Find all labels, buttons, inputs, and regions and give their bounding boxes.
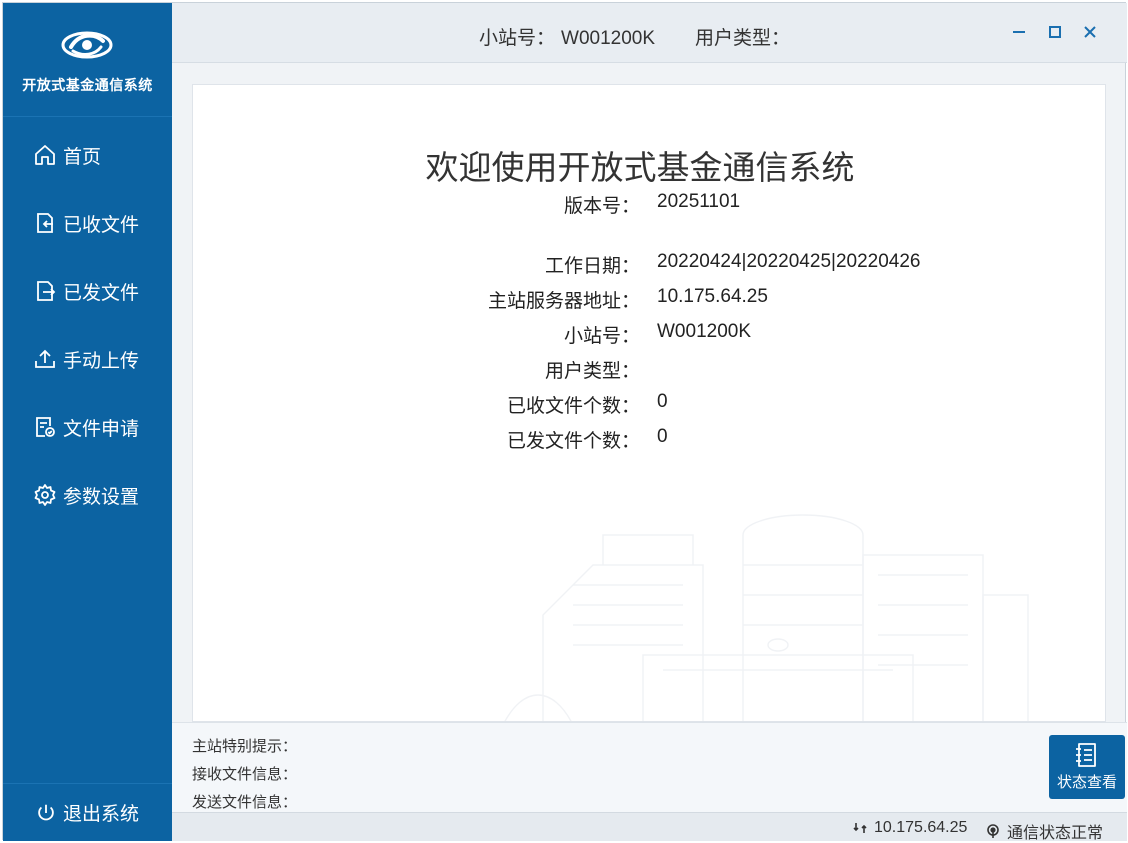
info-value: W001200K	[657, 321, 752, 342]
file-sent-icon	[37, 281, 56, 301]
info-row-version: 版本号： 20251101	[193, 191, 1105, 221]
notice-label: 主站特别提示：	[192, 738, 298, 755]
building-watermark-image	[504, 514, 1029, 721]
status-bar: 10.175.64.25 通信状态正常	[172, 812, 1127, 843]
sidebar-item-label: 文件申请	[63, 418, 140, 440]
user-type-label: 用户类型：	[695, 28, 791, 49]
file-received-icon	[37, 213, 53, 233]
sidebar-item-label: 手动上传	[63, 350, 140, 372]
info-value: 0	[657, 426, 668, 447]
sidebar-item-label: 首页	[63, 146, 102, 168]
swirl-logo-icon	[61, 31, 113, 59]
sidebar-item-settings[interactable]: 参数设置	[3, 467, 172, 523]
info-row-server-address: 主站服务器地址： 10.175.64.25	[193, 286, 1105, 316]
info-value: 20251101	[657, 191, 741, 212]
sidebar-item-received-files[interactable]: 已收文件	[3, 195, 172, 251]
info-label: 已收文件个数：	[506, 396, 640, 417]
info-row-work-date: 工作日期： 20220424|20220425|20220426	[193, 251, 1105, 281]
station-label: 小站号：	[479, 28, 556, 49]
status-view-button[interactable]: 状态查看	[1049, 735, 1125, 799]
sidebar-item-label: 参数设置	[63, 486, 140, 508]
send-info-label: 发送文件信息：	[192, 794, 298, 811]
info-row-station-id: 小站号： W001200K	[193, 321, 1105, 351]
info-label: 小站号：	[563, 326, 640, 347]
home-icon	[35, 145, 55, 165]
logout-label: 退出系统	[63, 804, 140, 825]
welcome-panel: 欢迎使用开放式基金通信系统 版本号： 20251101 工作日期： 202204…	[192, 84, 1106, 722]
info-label: 用户类型：	[544, 361, 640, 382]
sidebar-item-sent-files[interactable]: 已发文件	[3, 263, 172, 319]
welcome-title: 欢迎使用开放式基金通信系统	[425, 149, 855, 186]
sidebar-item-file-request[interactable]: 文件申请	[3, 399, 172, 455]
comm-status: 通信状态正常	[985, 819, 1103, 843]
top-bar: 小站号： W001200K 用户类型：	[172, 3, 1127, 63]
comm-status-text: 通信状态正常	[1007, 825, 1104, 842]
status-view-label: 状态查看	[1056, 774, 1117, 791]
file-request-icon	[36, 417, 55, 437]
info-label: 版本号：	[563, 196, 640, 217]
info-value: 0	[657, 391, 668, 412]
info-label: 工作日期：	[544, 256, 640, 277]
server-ip-status: 10.175.64.25	[852, 819, 967, 837]
upload-icon	[35, 349, 55, 368]
server-ip: 10.175.64.25	[874, 819, 968, 836]
info-label: 已发文件个数：	[506, 431, 640, 452]
info-label: 主站服务器地址：	[487, 291, 640, 312]
link-icon	[853, 823, 867, 833]
info-row-user-type: 用户类型：	[193, 356, 1105, 386]
minimize-icon[interactable]	[1008, 21, 1030, 43]
sidebar-item-label: 已发文件	[63, 282, 140, 304]
info-row-sent-count: 已发文件个数： 0	[193, 426, 1105, 456]
info-value: 10.175.64.25	[657, 286, 768, 307]
sidebar-item-home[interactable]: 首页	[3, 127, 172, 183]
info-row-received-count: 已收文件个数： 0	[193, 391, 1105, 421]
close-icon[interactable]	[1079, 21, 1101, 43]
app-window: 开放式基金通信系统 首页 已收文件 已发文件 手动上传 文件申请 参数设置 退出…	[2, 2, 1127, 843]
power-icon	[38, 804, 54, 820]
signal-icon	[987, 824, 999, 838]
sidebar: 开放式基金通信系统 首页 已收文件 已发文件 手动上传 文件申请 参数设置 退出…	[3, 3, 172, 841]
gear-icon	[34, 484, 56, 506]
topbar-info: 小站号： W001200K 用户类型：	[479, 23, 796, 50]
logout-button[interactable]: 退出系统	[3, 783, 172, 841]
receive-info-label: 接收文件信息：	[192, 766, 298, 783]
brand-title: 开放式基金通信系统	[22, 77, 153, 93]
message-area: 主站特别提示： 接收文件信息： 发送文件信息： 状态查看	[172, 722, 1127, 812]
maximize-icon[interactable]	[1044, 21, 1066, 43]
list-icon	[1076, 743, 1096, 767]
sidebar-item-label: 已收文件	[63, 214, 140, 236]
station-value: W001200K	[561, 28, 656, 49]
info-value: 20220424|20220425|20220426	[657, 251, 921, 272]
sidebar-item-manual-upload[interactable]: 手动上传	[3, 331, 172, 387]
brand: 开放式基金通信系统	[3, 3, 172, 117]
